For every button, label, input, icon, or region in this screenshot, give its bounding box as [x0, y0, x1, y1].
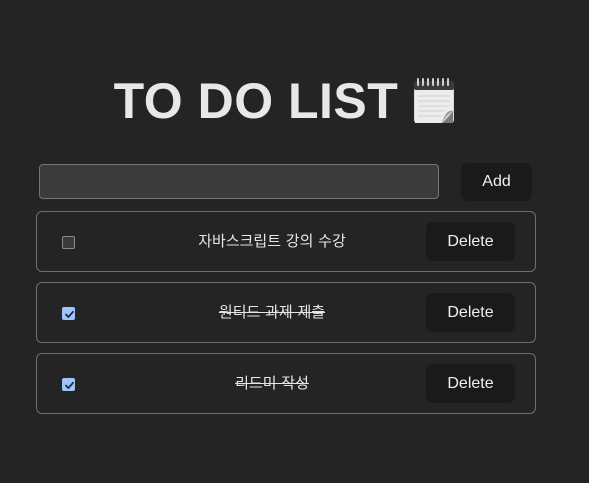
checkmark-icon: [65, 381, 74, 389]
todo-text: 원티드 과제 제출: [218, 303, 326, 321]
todo-checkbox[interactable]: [62, 307, 75, 320]
todo-item: 원티드 과제 제출 Delete: [36, 282, 536, 343]
header: TO DO LIST: [0, 72, 570, 130]
todo-text: 자바스크립트 강의 수강: [198, 232, 346, 250]
todo-text: 리드미 작성: [235, 374, 309, 392]
todo-item: 자바스크립트 강의 수강 Delete: [36, 211, 536, 272]
todo-checkbox[interactable]: [62, 236, 75, 249]
todo-item: 리드미 작성 Delete: [36, 353, 536, 414]
checkmark-icon: [65, 310, 74, 318]
delete-button[interactable]: Delete: [426, 222, 515, 261]
page-title: TO DO LIST: [113, 73, 399, 129]
new-todo-form: Add: [39, 163, 532, 201]
todo-app: TO DO LIST Add 자바스크립트 강의 수강 Delete 원티드 과…: [0, 0, 589, 483]
delete-button[interactable]: Delete: [426, 293, 515, 332]
add-button[interactable]: Add: [461, 163, 532, 201]
todo-checkbox[interactable]: [62, 378, 75, 391]
todo-list: 자바스크립트 강의 수강 Delete 원티드 과제 제출 Delete 리드미…: [36, 211, 536, 424]
delete-button[interactable]: Delete: [426, 364, 515, 403]
todo-input[interactable]: [39, 164, 439, 199]
notepad-icon: [412, 77, 456, 125]
